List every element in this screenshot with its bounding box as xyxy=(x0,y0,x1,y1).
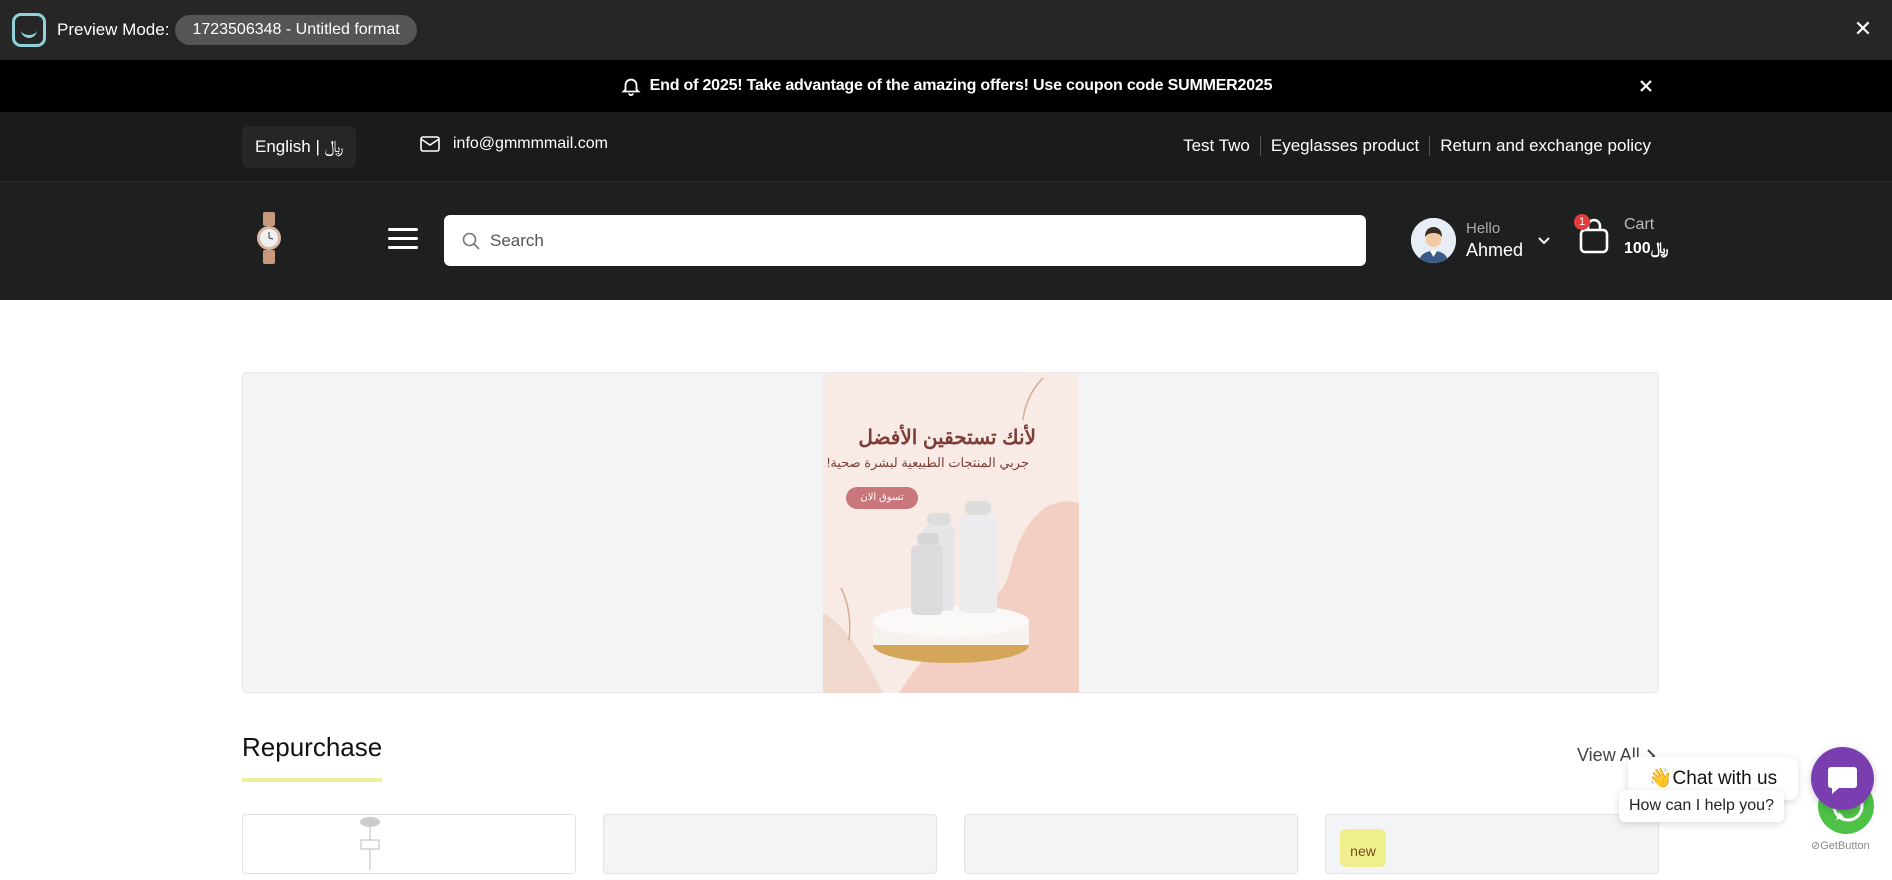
cart-total: 100﷼ xyxy=(1624,240,1669,257)
preview-format-pill[interactable]: 1723506348 - Untitled format xyxy=(175,15,417,45)
user-account-menu[interactable]: Hello Ahmed xyxy=(1411,218,1550,263)
product-card[interactable] xyxy=(242,814,576,874)
chat-help-bubble[interactable]: How can I help you? xyxy=(1619,790,1784,822)
main-header: Hello Ahmed 1 Cart 100﷼ xyxy=(0,182,1892,300)
section-title-underline xyxy=(242,778,382,782)
getbutton-label: GetButton xyxy=(1820,840,1870,852)
link-test-two[interactable]: Test Two xyxy=(1173,136,1260,156)
store-logo-watch-icon[interactable] xyxy=(255,212,283,264)
chevron-down-icon[interactable] xyxy=(1538,236,1550,245)
banner-headline: لأنك تستحقين الأفضل xyxy=(858,427,1036,449)
product-thumbnail xyxy=(360,817,380,870)
bell-icon xyxy=(621,78,641,97)
chat-button[interactable] xyxy=(1811,747,1874,810)
cart-label: Cart xyxy=(1624,216,1655,233)
promo-announcement-bar: End of 2025! Take advantage of the amazi… xyxy=(0,60,1892,112)
language-currency-button[interactable]: English | ﷼ xyxy=(242,126,357,168)
product-card[interactable]: new xyxy=(1325,814,1659,874)
banner-subtext: جربي المنتجات الطبيعية لبشرة صحية! xyxy=(826,455,1029,470)
top-links: Test Two Eyeglasses product Return and e… xyxy=(1173,136,1651,156)
user-name: Ahmed xyxy=(1466,240,1524,260)
getbutton-icon: ⊘ xyxy=(1811,840,1821,852)
contact-email[interactable]: info@gmmmmail.com xyxy=(420,135,608,153)
new-badge: new xyxy=(1340,829,1386,867)
promo-text: End of 2025! Take advantage of the amazi… xyxy=(649,77,1273,94)
avatar xyxy=(1411,218,1456,263)
cart-count-badge: 1 xyxy=(1574,214,1590,230)
link-return-policy[interactable]: Return and exchange policy xyxy=(1429,136,1651,156)
preview-mode-label: Preview Mode: xyxy=(57,20,170,39)
hamburger-menu-icon[interactable] xyxy=(388,228,418,252)
user-greeting: Hello xyxy=(1466,220,1501,237)
serum-bottles-illustration xyxy=(823,377,1079,693)
chat-icon xyxy=(1828,767,1857,794)
search-input[interactable] xyxy=(490,230,1310,251)
cart-icon-wrap: 1 xyxy=(1574,214,1610,256)
mail-icon xyxy=(420,136,440,152)
close-icon[interactable] xyxy=(1632,72,1660,100)
promo-banner[interactable]: لأنك تستحقين الأفضل جربي المنتجات الطبيع… xyxy=(242,372,1659,693)
info-bar: English | ﷼ info@gmmmmail.com Test Two E… xyxy=(0,112,1892,182)
preview-logo-icon xyxy=(12,13,46,47)
search-bar xyxy=(444,215,1366,266)
cart-button[interactable]: 1 Cart 100﷼ xyxy=(1574,214,1669,258)
getbutton-credit[interactable]: ⊘GetButton xyxy=(1811,839,1870,852)
product-card[interactable] xyxy=(603,814,937,874)
section-title: Repurchase xyxy=(242,732,383,762)
preview-mode-bar: Preview Mode: 1723506348 - Untitled form… xyxy=(0,0,1892,60)
product-card[interactable] xyxy=(964,814,1298,874)
search-icon xyxy=(462,232,480,250)
banner-image: لأنك تستحقين الأفضل جربي المنتجات الطبيع… xyxy=(823,373,1079,693)
link-eyeglasses-product[interactable]: Eyeglasses product xyxy=(1259,136,1429,156)
banner-shop-now-button[interactable]: تسوق الان xyxy=(846,487,918,509)
email-text: info@gmmmmail.com xyxy=(453,135,608,152)
preview-close-icon[interactable]: ✕ xyxy=(1848,14,1878,44)
